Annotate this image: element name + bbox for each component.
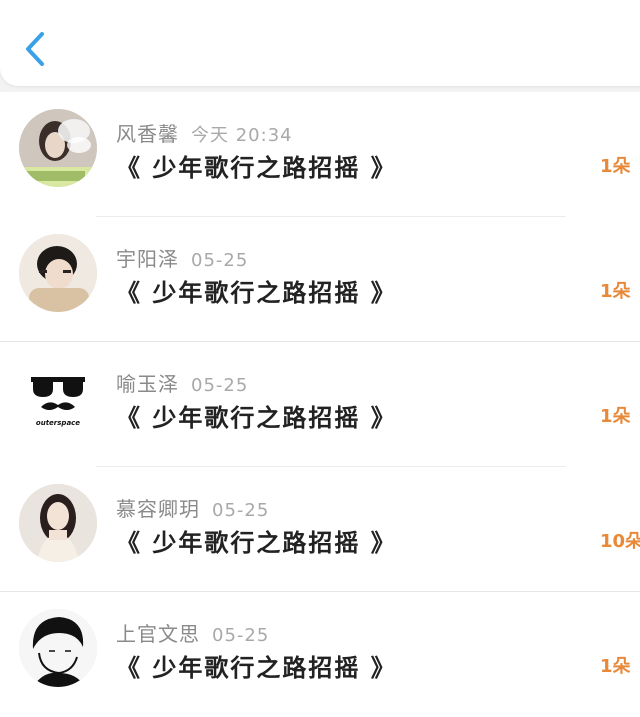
avatar[interactable]: [19, 484, 97, 562]
book-title: 《 少年歌行之路招摇 》: [116, 279, 397, 307]
user-name-text: 慕容卿玥: [116, 497, 200, 521]
timestamp: 05-25: [212, 625, 270, 646]
user-name: 喻玉泽 05-25: [116, 368, 248, 397]
timestamp: 05-25: [212, 500, 270, 521]
user-name: 风香馨 今天 20:34: [116, 118, 293, 147]
list-item[interactable]: 风香馨 今天 20:34 《 少年歌行之路招摇 》 1朵: [0, 92, 640, 217]
chevron-left-icon[interactable]: [22, 30, 48, 68]
timestamp: 今天 20:34: [191, 125, 293, 146]
avatar-logo-text: outerspace: [36, 419, 80, 427]
avatar-image: [19, 234, 97, 312]
list-item[interactable]: 宇阳泽 05-25 《 少年歌行之路招摇 》 1朵: [0, 217, 640, 342]
book-title: 《 少年歌行之路招摇 》: [116, 154, 397, 182]
gift-count: 1朵: [600, 156, 631, 177]
gift-count: 10朵: [600, 531, 640, 552]
gift-count: 1朵: [600, 406, 631, 427]
user-name-text: 喻玉泽: [116, 372, 179, 396]
gift-count: 1朵: [600, 281, 631, 302]
user-name-text: 宇阳泽: [116, 247, 179, 271]
avatar[interactable]: [19, 234, 97, 312]
book-title: 《 少年歌行之路招摇 》: [116, 529, 397, 557]
timestamp: 05-25: [191, 375, 249, 396]
avatar-image: [19, 109, 97, 187]
user-name-text: 上官文思: [116, 622, 200, 646]
avatar[interactable]: [19, 609, 97, 687]
list-item[interactable]: 慕容卿玥 05-25 《 少年歌行之路招摇 》 10朵: [0, 467, 640, 592]
top-bar: [0, 0, 640, 86]
avatar[interactable]: outerspace: [19, 359, 97, 437]
sunglasses-mustache-icon: outerspace: [19, 359, 97, 437]
gift-count: 1朵: [600, 656, 631, 677]
user-name: 上官文思 05-25: [116, 618, 269, 647]
avatar-image: [19, 484, 97, 562]
user-name: 宇阳泽 05-25: [116, 243, 248, 272]
list-item[interactable]: 上官文思 05-25 《 少年歌行之路招摇 》 1朵: [0, 592, 640, 717]
avatar[interactable]: [19, 109, 97, 187]
book-title: 《 少年歌行之路招摇 》: [116, 404, 397, 432]
user-name: 慕容卿玥 05-25: [116, 493, 269, 522]
list-item[interactable]: outerspace 喻玉泽 05-25 《 少年歌行之路招摇 》 1朵: [0, 342, 640, 467]
timestamp: 05-25: [191, 250, 249, 271]
avatar-image: [19, 609, 97, 687]
book-title: 《 少年歌行之路招摇 》: [116, 654, 397, 682]
user-name-text: 风香馨: [116, 122, 179, 146]
gift-list: 风香馨 今天 20:34 《 少年歌行之路招摇 》 1朵 宇阳泽 05-25 《 少…: [0, 92, 640, 717]
